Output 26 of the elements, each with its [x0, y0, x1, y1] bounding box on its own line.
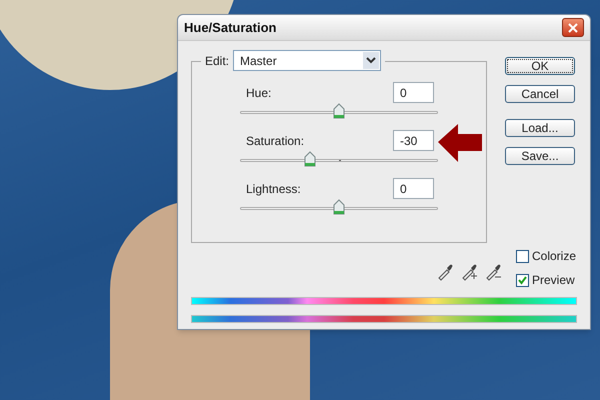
- checkbox[interactable]: [516, 274, 529, 286]
- close-button[interactable]: [562, 18, 584, 37]
- checkbox-label: Colorize: [532, 248, 576, 265]
- value-field[interactable]: 0: [393, 178, 434, 199]
- slider-thumb[interactable]: [333, 103, 345, 119]
- window-title: Hue/Saturation: [184, 18, 276, 37]
- checkbox-label: Preview: [532, 272, 575, 289]
- dialog-button[interactable]: Save...: [505, 147, 575, 165]
- slider-label: Hue:: [246, 84, 272, 102]
- slider-thumb[interactable]: [304, 151, 316, 167]
- center-tick: [339, 160, 341, 161]
- dialog-button[interactable]: OK: [505, 57, 575, 75]
- edit-label: Edit:: [205, 52, 230, 70]
- caret-icon: [363, 52, 380, 69]
- checkbox[interactable]: [516, 250, 529, 262]
- value-field[interactable]: 0: [393, 82, 434, 103]
- check-icon: [518, 276, 527, 284]
- close-icon: [568, 22, 578, 32]
- slider-label: Saturation:: [246, 132, 304, 150]
- dialog-button[interactable]: Load...: [505, 119, 575, 137]
- edit-dropdown[interactable]: Master: [233, 50, 382, 71]
- dialog-button[interactable]: Cancel: [505, 85, 575, 103]
- slider-label: Lightness:: [246, 180, 301, 198]
- value-field[interactable]: -30: [393, 130, 434, 151]
- slider-thumb[interactable]: [333, 199, 345, 215]
- arrow-icon: [436, 122, 484, 164]
